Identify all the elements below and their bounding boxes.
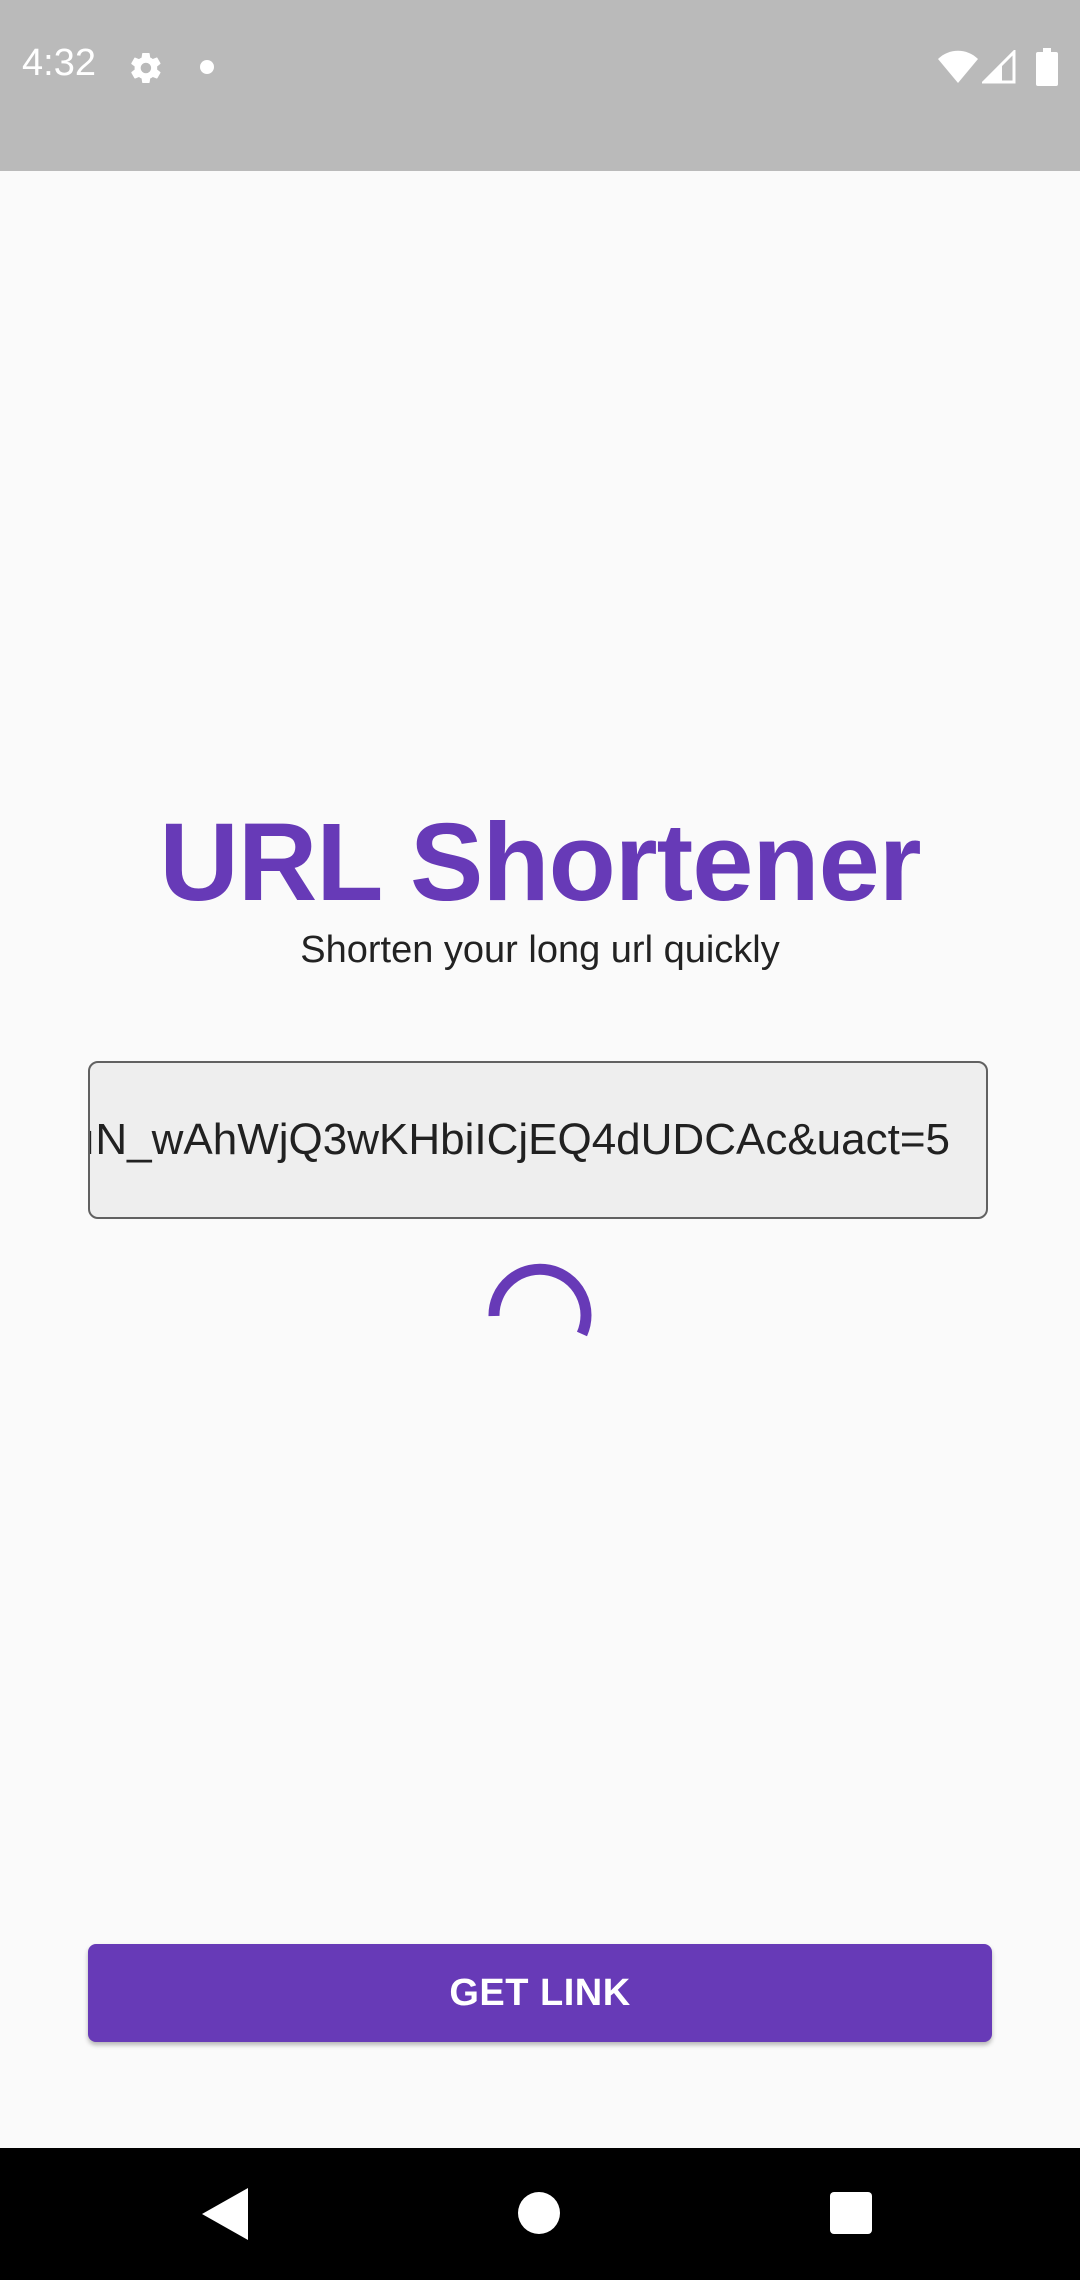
cell-signal-icon [982, 50, 1016, 84]
nav-bar [0, 2148, 1080, 2280]
loading-spinner-icon [488, 1263, 592, 1337]
wifi-icon [938, 50, 978, 83]
url-input[interactable]: ıN_wAhWjQ3wKHbiICjEQ4dUDCAc&uact=5 [88, 1061, 988, 1219]
recents-icon[interactable] [830, 2192, 872, 2234]
notification-dot-icon [200, 60, 214, 74]
gear-icon [131, 52, 161, 84]
app-subtitle: Shorten your long url quickly [300, 929, 780, 971]
status-bar: 4:32 [0, 0, 1080, 171]
url-input-value[interactable]: ıN_wAhWjQ3wKHbiICjEQ4dUDCAc&uact=5 [90, 1115, 950, 1165]
home-icon[interactable] [518, 2192, 560, 2234]
app-title: URL Shortener [159, 801, 921, 924]
get-link-button[interactable]: GET LINK [88, 1944, 992, 2042]
battery-icon [1036, 48, 1058, 86]
back-icon[interactable] [202, 2188, 248, 2240]
status-time: 4:32 [22, 42, 96, 84]
screen: 4:32 URL Shortener Shorten your long url… [0, 0, 1080, 2280]
